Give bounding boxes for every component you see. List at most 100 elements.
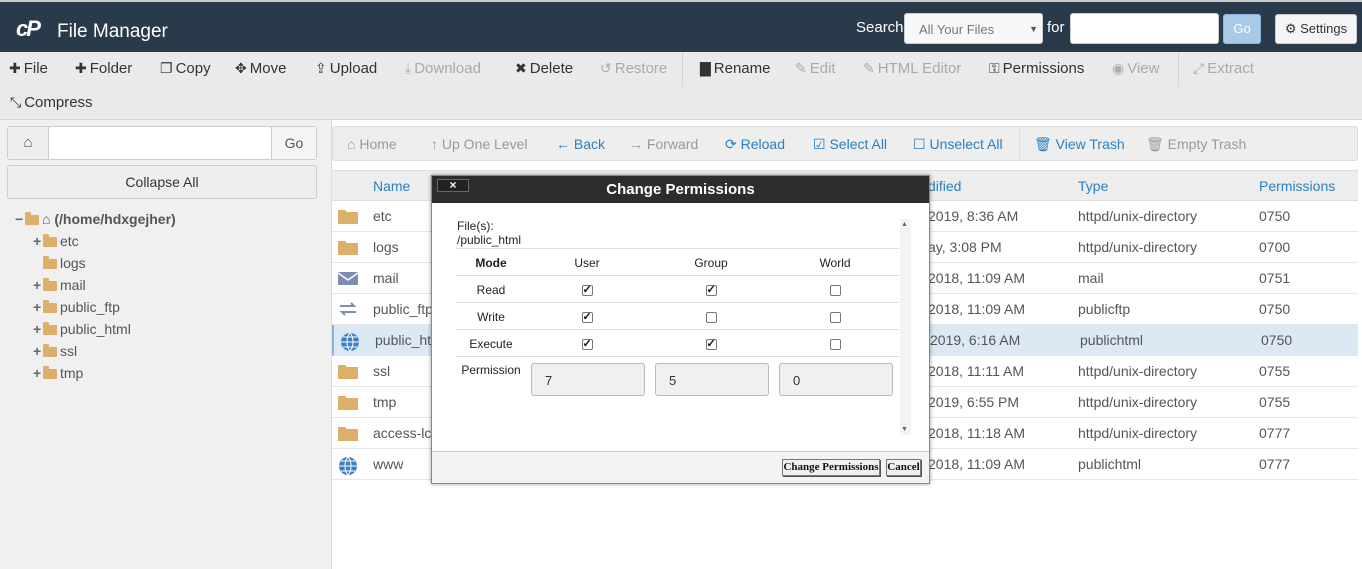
expand-toggle[interactable]: +	[33, 275, 43, 295]
change-permissions-dialog: Change Permissions × File(s): /public_ht…	[431, 175, 930, 484]
file-name[interactable]: etc	[373, 208, 392, 224]
restore-label: Restore	[614, 60, 668, 77]
tree-item-ssl[interactable]: + ssl	[33, 341, 77, 361]
navigation-bar: ⌂ Home ↑ Up One Level ← Back → Forward ⟳…	[332, 126, 1358, 161]
file-name[interactable]: logs	[373, 239, 399, 255]
dialog-body: File(s): /public_html Mode User Group Wo…	[432, 203, 929, 451]
file-name[interactable]: www	[373, 456, 403, 472]
files-label: File(s):	[457, 219, 494, 233]
files-label-block: File(s): /public_html	[457, 219, 521, 247]
file-modified: 2018, 11:18 AM	[928, 425, 1026, 441]
tree-item-mail[interactable]: + mail	[33, 275, 86, 295]
dialog-footer: Change Permissions Cancel	[432, 451, 929, 483]
file-name[interactable]: ssl	[373, 363, 390, 379]
unselect-all-label: Unselect All	[929, 136, 1003, 152]
user-permission-value[interactable]: 7	[531, 363, 645, 396]
column-header-modified[interactable]: dified	[928, 178, 961, 194]
view-button[interactable]: ◉ View	[1112, 60, 1159, 77]
move-button[interactable]: ✥ Move	[235, 60, 286, 77]
tree-item-tmp[interactable]: + tmp	[33, 363, 83, 383]
edit-button[interactable]: ✎ Edit	[795, 60, 836, 77]
group-read-checkbox[interactable]	[705, 283, 717, 297]
delete-button[interactable]: ✖ Delete	[515, 60, 573, 77]
expand-toggle[interactable]: +	[33, 363, 43, 383]
view-trash-button[interactable]: 🗑 View Trash	[1034, 136, 1125, 153]
file-name[interactable]: public_ftp	[373, 301, 433, 317]
user-execute-checkbox[interactable]	[581, 337, 593, 351]
up-one-level-button[interactable]: ↑ Up One Level	[431, 136, 528, 152]
new-folder-button[interactable]: ✚ Folder	[75, 60, 132, 77]
html-editor-button[interactable]: ✎ HTML Editor	[863, 60, 961, 77]
settings-button[interactable]: ⚙ Settings	[1275, 14, 1357, 44]
tree-item-label: public_html	[60, 321, 131, 337]
new-file-button[interactable]: ✚ File	[9, 60, 48, 77]
expand-toggle[interactable]: +	[33, 231, 43, 251]
scroll-up-icon[interactable]: ▲	[901, 221, 908, 228]
refresh-icon: ⟳	[725, 136, 737, 152]
file-name[interactable]: tmp	[373, 394, 396, 410]
collapse-all-button[interactable]: Collapse All	[7, 165, 317, 199]
world-read-checkbox[interactable]	[829, 285, 841, 297]
file-name[interactable]: access-lc	[373, 425, 431, 441]
collapse-toggle[interactable]: −	[15, 209, 25, 229]
home-button[interactable]: ⌂ Home	[347, 136, 397, 152]
reload-button[interactable]: ⟳ Reload	[725, 136, 785, 153]
world-permission-value[interactable]: 0	[779, 363, 893, 396]
group-header: Group	[694, 256, 728, 270]
empty-trash-button[interactable]: 🗑 Empty Trash	[1146, 136, 1246, 153]
column-header-name[interactable]: Name	[373, 178, 410, 194]
tree-item-label: logs	[60, 255, 86, 271]
copy-button[interactable]: ❐ Copy	[160, 60, 211, 77]
expand-toggle[interactable]: +	[33, 341, 43, 361]
pencil-icon: ✎	[795, 60, 807, 76]
back-button[interactable]: ← Back	[556, 136, 605, 152]
path-input[interactable]	[50, 127, 270, 159]
group-execute-checkbox[interactable]	[705, 337, 717, 351]
search-scope-select[interactable]: All Your Files ▼	[904, 13, 1043, 44]
expand-toggle[interactable]: +	[33, 297, 43, 317]
path-go-button[interactable]: Go	[271, 127, 316, 159]
group-write-checkbox[interactable]	[705, 312, 717, 324]
extract-button[interactable]: ⤢ Extract	[1193, 60, 1254, 77]
file-type: httpd/unix-directory	[1078, 394, 1198, 410]
change-permissions-button[interactable]: Change Permissions	[782, 459, 880, 476]
home-icon[interactable]: ⌂	[8, 127, 49, 159]
file-type: publicftp	[1078, 301, 1131, 317]
settings-label: Settings	[1300, 21, 1348, 36]
cpanel-logo[interactable]: cP	[16, 16, 41, 42]
restore-button[interactable]: ↺ Restore	[600, 60, 667, 77]
expand-toggle[interactable]: +	[33, 319, 43, 339]
compress-button[interactable]: ⤡ Compress	[10, 94, 93, 111]
column-header-permissions[interactable]: Permissions	[1259, 178, 1335, 194]
file-name[interactable]: public_ht	[375, 332, 431, 348]
rename-button[interactable]: ▇ Rename	[700, 60, 770, 77]
file-permissions: 0750	[1259, 208, 1291, 224]
tree-root[interactable]: − ⌂ (/home/hdxgejher)	[15, 209, 176, 229]
tree-item-public-html[interactable]: + public_html	[33, 319, 131, 339]
forward-button[interactable]: → Forward	[629, 136, 698, 152]
download-button[interactable]: ⤓ Download	[405, 60, 481, 77]
group-permission-value[interactable]: 5	[655, 363, 769, 396]
search-go-button[interactable]: Go	[1223, 14, 1261, 44]
upload-button[interactable]: ⇪ Upload	[315, 60, 377, 77]
close-icon[interactable]: ×	[437, 179, 469, 192]
select-all-button[interactable]: ☑ Select All	[813, 136, 887, 153]
scroll-down-icon[interactable]: ▼	[901, 426, 908, 433]
unselect-all-button[interactable]: ☐ Unselect All	[913, 136, 1003, 153]
close-icon: ✖	[515, 60, 527, 76]
world-execute-checkbox[interactable]	[829, 339, 841, 351]
world-write-checkbox[interactable]	[829, 312, 841, 324]
tree-item-logs[interactable]: logs	[33, 253, 86, 273]
tree-item-public-ftp[interactable]: + public_ftp	[33, 297, 120, 317]
search-input[interactable]	[1070, 13, 1219, 44]
toolbar-divider	[1178, 52, 1179, 87]
user-read-checkbox[interactable]	[581, 283, 593, 297]
column-header-type[interactable]: Type	[1078, 178, 1108, 194]
tree-item-etc[interactable]: + etc	[33, 231, 79, 251]
cancel-button[interactable]: Cancel	[886, 459, 921, 476]
file-name[interactable]: mail	[373, 270, 399, 286]
dialog-scrollbar[interactable]: ▲ ▼	[900, 219, 911, 435]
globe-icon	[340, 332, 360, 352]
permissions-button[interactable]: ⚿ Permissions	[989, 60, 1084, 77]
user-write-checkbox[interactable]	[581, 310, 593, 324]
